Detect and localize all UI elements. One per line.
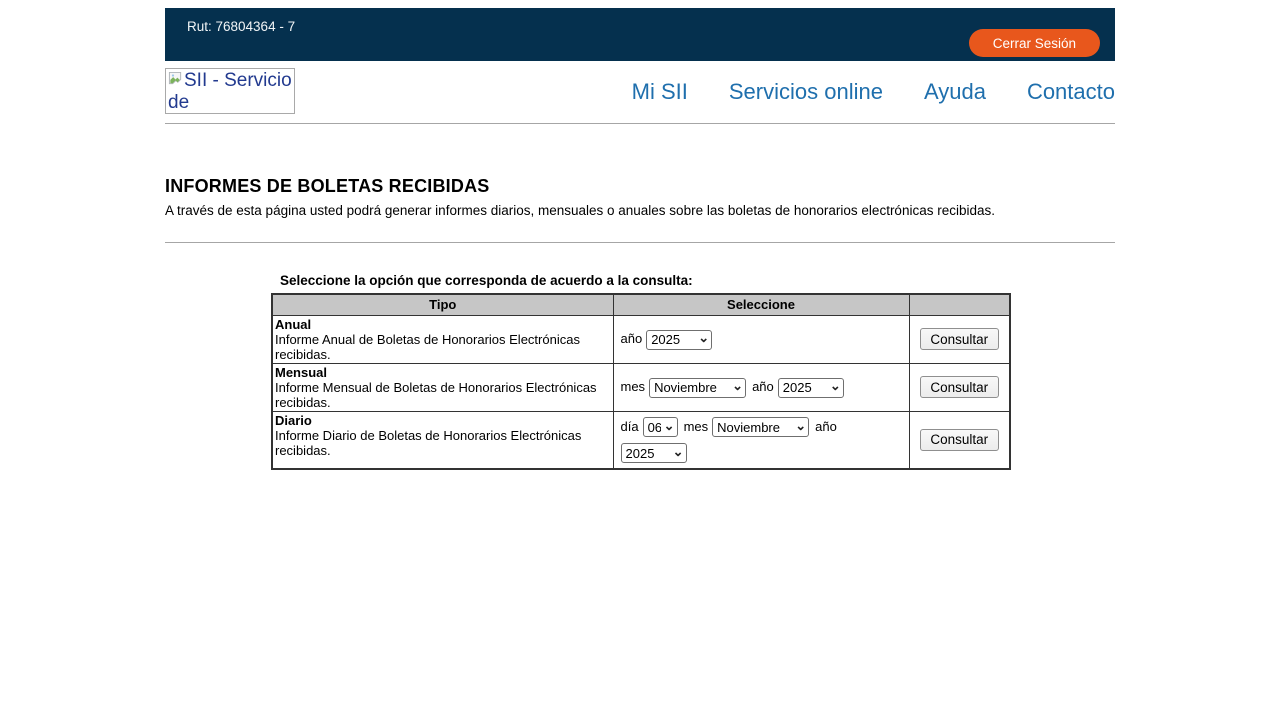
table-header-row: Tipo Seleccione xyxy=(272,294,1010,315)
month-select-mensual[interactable]: Noviembre xyxy=(649,378,746,398)
section-divider xyxy=(165,242,1115,243)
nav-link-ayuda[interactable]: Ayuda xyxy=(924,79,986,105)
year-select-mensual[interactable]: 2025 xyxy=(778,378,844,398)
consultar-button-diario[interactable]: Consultar xyxy=(920,429,999,451)
nav-link-servicios-online[interactable]: Servicios online xyxy=(729,79,883,105)
month-label: mes xyxy=(684,419,709,434)
sii-logo-link[interactable]: SII - Servicio de xyxy=(165,68,295,114)
session-topbar: Rut: 76804364 - 7 Cerrar Sesión xyxy=(165,8,1115,61)
page-description: A través de esta página usted podrá gene… xyxy=(165,203,1115,218)
year-label: año xyxy=(621,331,643,346)
year-label: año xyxy=(752,379,774,394)
tipo-description: Informe Mensual de Boletas de Honorarios… xyxy=(275,380,597,410)
tipo-description: Informe Anual de Boletas de Honorarios E… xyxy=(275,332,580,362)
column-header-seleccione: Seleccione xyxy=(613,294,909,315)
day-select-diario[interactable]: 06 xyxy=(643,417,678,437)
logo-alt-text: SII - Servicio de xyxy=(168,70,292,113)
year-select-anual[interactable]: 2025 xyxy=(646,330,712,350)
tipo-description: Informe Diario de Boletas de Honorarios … xyxy=(275,428,581,458)
year-label: año xyxy=(815,419,837,434)
page-title: INFORMES DE BOLETAS RECIBIDAS xyxy=(165,176,1115,197)
broken-image-icon xyxy=(168,71,183,86)
day-label: día xyxy=(621,419,639,434)
main-nav: Mi SII Servicios online Ayuda Contacto xyxy=(632,79,1115,105)
table-row-diario: Diario Informe Diario de Boletas de Hono… xyxy=(272,411,1010,469)
month-select-diario[interactable]: Noviembre xyxy=(712,417,809,437)
year-select-diario[interactable]: 2025 xyxy=(621,443,687,463)
consultar-button-mensual[interactable]: Consultar xyxy=(920,376,999,398)
main-content: INFORMES DE BOLETAS RECIBIDAS A través d… xyxy=(165,176,1115,470)
tipo-label: Diario xyxy=(275,413,611,428)
consulta-table: Tipo Seleccione Anual Informe Anual de B… xyxy=(271,293,1011,470)
consulta-intro: Seleccione la opción que corresponda de … xyxy=(271,273,1009,288)
site-header: SII - Servicio de Mi SII Servicios onlin… xyxy=(165,61,1115,124)
consultar-button-anual[interactable]: Consultar xyxy=(920,328,999,350)
tipo-label: Mensual xyxy=(275,365,611,380)
column-header-tipo: Tipo xyxy=(272,294,613,315)
table-row-mensual: Mensual Informe Mensual de Boletas de Ho… xyxy=(272,363,1010,411)
nav-link-contacto[interactable]: Contacto xyxy=(1027,79,1115,105)
rut-text: Rut: 76804364 - 7 xyxy=(187,19,295,34)
tipo-label: Anual xyxy=(275,317,611,332)
table-row-anual: Anual Informe Anual de Boletas de Honora… xyxy=(272,315,1010,363)
consulta-section: Seleccione la opción que corresponda de … xyxy=(271,273,1009,470)
month-label: mes xyxy=(621,379,646,394)
column-header-empty xyxy=(909,294,1010,315)
logout-button[interactable]: Cerrar Sesión xyxy=(969,29,1100,57)
page-container: Rut: 76804364 - 7 Cerrar Sesión SII - Se… xyxy=(165,8,1115,470)
nav-link-mi-sii[interactable]: Mi SII xyxy=(632,79,688,105)
